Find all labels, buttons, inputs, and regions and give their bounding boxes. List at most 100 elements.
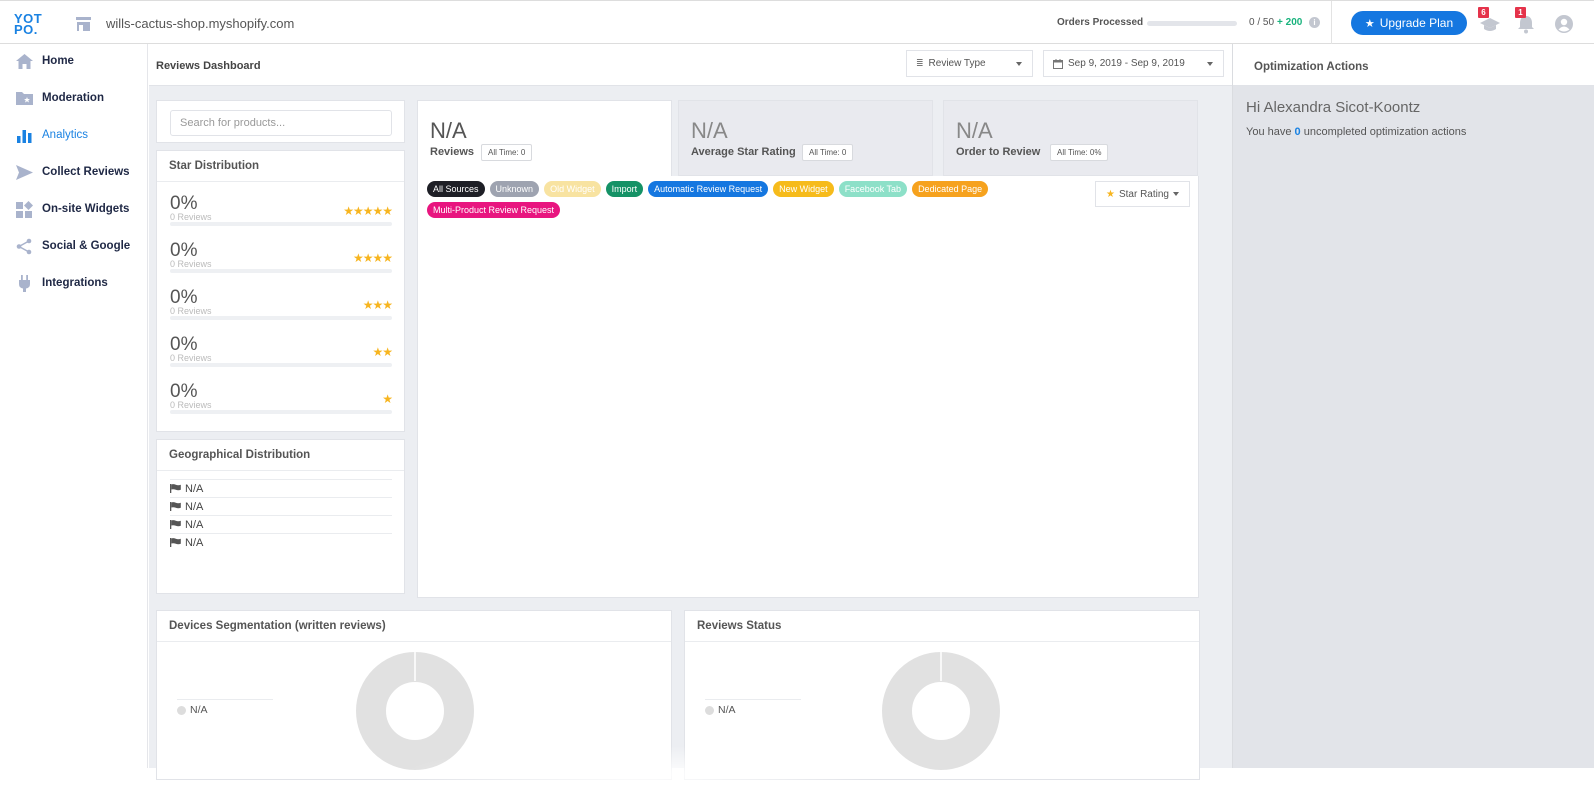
star-review-count: 0 Reviews: [170, 400, 212, 410]
source-chip-import[interactable]: Import: [605, 181, 644, 197]
sidebar-item-label: Collect Reviews: [42, 166, 130, 178]
metric-all-time-badge: All Time: 0: [481, 144, 533, 161]
legend-label: N/A: [190, 704, 208, 716]
review-type-label: Review Type: [928, 58, 986, 69]
geo-row: N/A: [170, 515, 392, 533]
top-bar: YOT PO. wills-cactus-shop.myshopify.com …: [0, 0, 1594, 45]
three-stars-icon: ★★★: [362, 298, 393, 312]
geo-row: N/A: [170, 497, 392, 515]
two-stars-icon: ★★: [372, 345, 392, 359]
star-progress-bar: [170, 269, 392, 273]
legend-divider: [705, 699, 801, 700]
devices-segmentation-title: Devices Segmentation (written reviews): [157, 611, 671, 642]
source-chip-dedicated-page[interactable]: Dedicated Page: [912, 181, 989, 197]
metric-all-time-badge: All Time: 0%: [1050, 144, 1109, 161]
orders-processed-label: Orders Processed: [1057, 17, 1144, 28]
divider: [1331, 1, 1332, 45]
star-distribution-card: Star Distribution 0% 0 Reviews ★★★★★ 0% …: [156, 150, 405, 432]
metric-tab-reviews[interactable]: N/A Reviews All Time: 0: [417, 100, 672, 178]
yotpo-logo[interactable]: YOT PO.: [14, 12, 42, 36]
geo-country: N/A: [185, 536, 204, 549]
flag-icon: [170, 538, 181, 547]
metric-tab-average-star-rating[interactable]: N/A Average Star Rating All Time: 0: [678, 100, 933, 176]
sidebar-item-analytics[interactable]: Analytics: [0, 120, 148, 150]
sidebar-item-integrations[interactable]: Integrations: [0, 268, 148, 298]
store-icon: [76, 17, 91, 31]
summary-prefix: You have: [1246, 126, 1295, 138]
sidebar-item-on-site-widgets[interactable]: On-site Widgets: [0, 194, 148, 224]
star-review-count: 0 Reviews: [170, 306, 212, 316]
info-icon[interactable]: i: [1309, 17, 1320, 28]
geo-row: N/A: [170, 533, 392, 551]
optimization-greeting: Hi Alexandra Sicot-Koontz: [1246, 99, 1421, 116]
user-account-icon[interactable]: [1554, 14, 1574, 34]
flag-icon: [170, 484, 181, 493]
geo-country: N/A: [185, 482, 204, 495]
sidebar-item-label: Moderation: [42, 92, 104, 104]
star-icon: ★: [1364, 17, 1375, 30]
source-filter-chips: All Sources Unknown Old Widget Import Automa…: [427, 181, 1047, 218]
star-progress-bar: [170, 316, 392, 320]
status-donut-chart: [882, 651, 1000, 770]
calendar-icon: [1053, 58, 1063, 69]
sidebar-item-home[interactable]: Home: [0, 46, 148, 76]
source-chip-new-widget[interactable]: New Widget: [773, 181, 834, 197]
optimization-header: Optimization Actions: [1233, 44, 1594, 86]
send-icon: [16, 164, 33, 180]
source-chip-multi-product-review-request[interactable]: Multi-Product Review Request: [427, 202, 561, 218]
star-review-count: 0 Reviews: [170, 259, 212, 269]
optimization-title: Optimization Actions: [1254, 61, 1369, 73]
source-chip-automatic-review-request[interactable]: Automatic Review Request: [648, 181, 769, 197]
legend-divider: [177, 699, 273, 700]
metric-tab-order-to-review[interactable]: N/A Order to Review All Time: 0%: [943, 100, 1198, 176]
geo-country: N/A: [185, 500, 204, 513]
source-chip-unknown[interactable]: Unknown: [489, 181, 540, 197]
geo-country: N/A: [185, 518, 204, 531]
source-chip-old-widget[interactable]: Old Widget: [544, 181, 601, 197]
product-search-card: [156, 100, 405, 143]
metric-value: N/A: [430, 118, 467, 143]
four-stars-icon: ★★★★: [352, 251, 393, 265]
upgrade-plan-button[interactable]: ★ Upgrade Plan: [1351, 11, 1467, 35]
optimization-panel: Optimization Actions Hi Alexandra Sicot-…: [1232, 44, 1594, 768]
star-rating-dropdown[interactable]: ★ Star Rating: [1095, 181, 1190, 207]
geo-row: N/A: [170, 479, 392, 497]
date-range-label: Sep 9, 2019 - Sep 9, 2019: [1068, 58, 1185, 69]
plug-icon: [19, 274, 30, 292]
upgrade-plan-label: Upgrade Plan: [1379, 16, 1454, 30]
source-chip-all-sources[interactable]: All Sources: [427, 181, 485, 197]
star-progress-bar: [170, 410, 392, 414]
summary-suffix: uncompleted optimization actions: [1300, 126, 1467, 138]
devices-legend-item: N/A: [177, 704, 208, 716]
notifications-badge: 1: [1515, 7, 1526, 18]
main-content: Reviews Dashboard ≣ Review Type Sep 9, 2…: [149, 44, 1232, 780]
star-row-3: 0% 0 Reviews ★★★: [170, 287, 393, 333]
star-distribution-title: Star Distribution: [157, 151, 404, 182]
metric-label: Reviews: [430, 146, 475, 158]
date-range-select[interactable]: Sep 9, 2019 - Sep 9, 2019: [1043, 50, 1224, 77]
star-row-1: 0% 0 Reviews ★: [170, 381, 393, 427]
sidebar-item-moderation[interactable]: Moderation: [0, 83, 148, 113]
main-header: Reviews Dashboard ≣ Review Type Sep 9, 2…: [149, 44, 1232, 86]
one-star-icon: ★: [382, 392, 393, 406]
star-review-count: 0 Reviews: [170, 212, 212, 222]
academy-badge: 6: [1478, 7, 1489, 18]
legend-dot: [705, 705, 714, 715]
sidebar: Home Moderation Analytics Collect Review…: [0, 44, 148, 768]
legend-label: N/A: [718, 704, 736, 716]
flag-icon: [170, 502, 181, 511]
optimization-summary: You have 0 uncompleted optimization acti…: [1246, 126, 1466, 138]
sidebar-item-social-google[interactable]: Social & Google: [0, 231, 148, 261]
geo-distribution-card: Geographical Distribution N/A N/A N/A N/…: [156, 439, 405, 594]
devices-donut-chart: [356, 651, 474, 770]
review-type-select[interactable]: ≣ Review Type: [906, 50, 1033, 77]
sidebar-item-label: Social & Google: [42, 240, 131, 252]
store-name[interactable]: wills-cactus-shop.myshopify.com: [106, 16, 294, 31]
list-icon: ≣: [916, 58, 924, 68]
widgets-icon: [16, 200, 33, 218]
sidebar-item-collect-reviews[interactable]: Collect Reviews: [0, 157, 148, 187]
chevron-down-icon: [1173, 192, 1179, 196]
metric-label: Order to Review: [956, 146, 1041, 158]
source-chip-facebook-tab[interactable]: Facebook Tab: [838, 181, 908, 197]
product-search-input[interactable]: [170, 110, 392, 136]
